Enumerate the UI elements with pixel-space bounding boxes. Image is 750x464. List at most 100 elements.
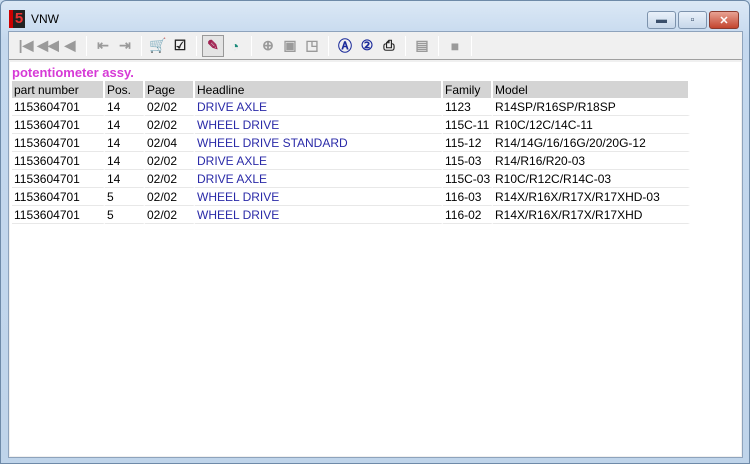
headline-cell[interactable]: WHEEL DRIVE STANDARD [195,134,443,152]
page-icon: ▣ [283,37,297,53]
family-cell: 115C-11 [443,116,493,134]
results-table: part number Pos. Page Headline Family Mo… [12,81,690,224]
page-cell: 02/04 [145,134,195,152]
toolbar-separator [141,35,142,56]
column-header-headline[interactable]: Headline [195,81,443,98]
model-cell: R14/14G/16/16G/20/20G-12 [493,134,690,152]
model-cell: R10C/R12C/R14C-03 [493,170,690,188]
page-button[interactable]: ▣ [279,35,301,57]
page-cell: 02/02 [145,170,195,188]
family-cell: 115-12 [443,134,493,152]
table-header-row: part number Pos. Page Headline Family Mo… [12,81,690,98]
pin-icon: ✎ [207,37,219,53]
print-icon: ⎙ [383,37,395,53]
toolbar-separator [86,35,87,56]
headline-cell[interactable]: DRIVE AXLE [195,98,443,116]
checklist-icon: ☑ [173,37,187,53]
headline-cell[interactable]: DRIVE AXLE [195,152,443,170]
part-number-cell: 1153604701 [12,170,105,188]
family-cell: 116-03 [443,188,493,206]
headline-cell[interactable]: WHEEL DRIVE [195,206,443,224]
headline-cell[interactable]: DRIVE AXLE [195,170,443,188]
headline-cell[interactable]: WHEEL DRIVE [195,188,443,206]
part-number-cell: 1153604701 [12,134,105,152]
close-button[interactable]: ✕ [709,11,739,29]
page-cell: 02/02 [145,206,195,224]
search-a-icon: Ⓐ [338,37,352,54]
toolbar-separator [438,35,439,56]
table-row[interactable]: 1153604701 14 02/02 DRIVE AXLE 1123 R14SP/R16… [12,98,690,116]
column-header-page[interactable]: Page [145,81,195,98]
back-doc-button[interactable]: ⇤ [92,35,114,57]
toolbar-separator [405,35,406,56]
page-cell: 02/02 [145,152,195,170]
column-header-family[interactable]: Family [443,81,493,98]
forward-doc-icon: ⇥ [119,37,131,53]
search-2-button[interactable]: ② [356,35,378,57]
cart-icon: 🛒 [149,37,167,53]
client-area: |◀ ◀◀ ◀ ⇤ ⇥ 🛒 ☑ ✎ ◔ ⊕ ▣ ◳ Ⓐ ② ⎙ ▤ ■ potentiometer assy. … [8,31,743,458]
pos-cell: 14 [105,98,145,116]
part-number-cell: 1153604701 [12,98,105,116]
page-fit-icon: ◳ [305,37,319,53]
title-bar: 5 VNW [9,9,59,29]
page-cell: 02/02 [145,116,195,134]
forward-doc-button[interactable]: ⇥ [114,35,136,57]
pos-cell: 5 [105,206,145,224]
table-row[interactable]: 1153604701 5 02/02 WHEEL DRIVE 116-02 R14X/R1… [12,206,690,224]
clock-button[interactable]: ◔ [224,35,246,57]
part-number-cell: 1153604701 [12,152,105,170]
search-a-button[interactable]: Ⓐ [334,35,356,57]
zoom-in-icon: ⊕ [262,37,274,53]
previous-icon: ◀ [64,37,76,53]
app-logo-icon: 5 [9,10,25,28]
zoom-in-button[interactable]: ⊕ [257,35,279,57]
page-fit-button[interactable]: ◳ [301,35,323,57]
previous-button[interactable]: ◀ [59,35,81,57]
stop-button[interactable]: ■ [444,35,466,57]
column-header-part-number[interactable]: part number [12,81,105,98]
part-description: potentiometer assy. [12,65,134,80]
notes-icon: ▤ [415,37,429,53]
toolbar-separator [471,35,472,56]
toolbar-separator [196,35,197,56]
search-2-icon: ② [360,37,374,53]
table-row[interactable]: 1153604701 14 02/02 DRIVE AXLE 115C-03 R10C/R… [12,170,690,188]
checklist-button[interactable]: ☑ [169,35,191,57]
column-header-pos[interactable]: Pos. [105,81,145,98]
clock-icon: ◔ [230,37,240,54]
column-header-model[interactable]: Model [493,81,690,98]
model-cell: R10C/12C/14C-11 [493,116,690,134]
table-row[interactable]: 1153604701 14 02/02 DRIVE AXLE 115-03 R14/R16… [12,152,690,170]
results-panel: potentiometer assy. part number Pos. Pag… [10,62,741,456]
pos-cell: 14 [105,152,145,170]
cart-button[interactable]: 🛒 [147,35,169,57]
model-cell: R14X/R16X/R17X/R17XHD-03 [493,188,690,206]
toolbar-separator [251,35,252,56]
page-cell: 02/02 [145,188,195,206]
family-cell: 116-02 [443,206,493,224]
toolbar: |◀ ◀◀ ◀ ⇤ ⇥ 🛒 ☑ ✎ ◔ ⊕ ▣ ◳ Ⓐ ② ⎙ ▤ ■ [9,32,742,60]
family-cell: 1123 [443,98,493,116]
rewind-icon: ◀◀ [37,37,59,53]
model-cell: R14X/R16X/R17X/R17XHD [493,206,690,224]
first-icon: |◀ [18,37,34,53]
application-window: 5 VNW ▬ ▫ ✕ |◀ ◀◀ ◀ ⇤ ⇥ 🛒 ☑ ✎ ◔ ⊕ ▣ ◳ Ⓐ ② ⎙ ▤ ■ potentio… [0,0,750,464]
notes-button[interactable]: ▤ [411,35,433,57]
family-cell: 115-03 [443,152,493,170]
pin-button[interactable]: ✎ [202,34,224,57]
table-row[interactable]: 1153604701 5 02/02 WHEEL DRIVE 116-03 R14X/R1… [12,188,690,206]
rewind-button[interactable]: ◀◀ [37,35,59,57]
toolbar-separator [328,35,329,56]
stop-icon: ■ [450,37,460,54]
table-row[interactable]: 1153604701 14 02/04 WHEEL DRIVE STANDARD 115… [12,134,690,152]
table-row[interactable]: 1153604701 14 02/02 WHEEL DRIVE 115C-11 R10C/… [12,116,690,134]
headline-cell[interactable]: WHEEL DRIVE [195,116,443,134]
model-cell: R14/R16/R20-03 [493,152,690,170]
minimize-button[interactable]: ▬ [647,11,676,29]
print-button[interactable]: ⎙ [378,35,400,57]
pos-cell: 14 [105,116,145,134]
pos-cell: 5 [105,188,145,206]
first-button[interactable]: |◀ [15,35,37,57]
maximize-button[interactable]: ▫ [678,11,707,29]
